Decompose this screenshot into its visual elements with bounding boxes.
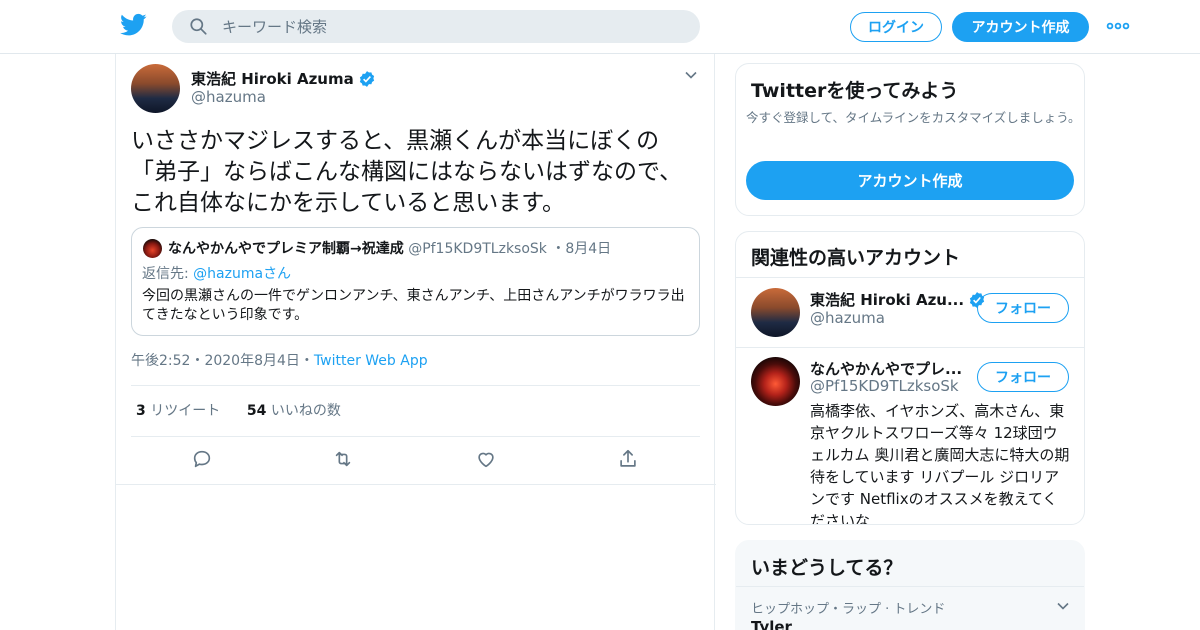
tweet-date[interactable]: 2020年8月4日 — [204, 353, 299, 369]
author-name-text: 東浩紀 Hiroki Azuma — [191, 70, 354, 88]
more-options-icon[interactable] — [1106, 16, 1130, 36]
search-icon — [190, 18, 207, 35]
search-input[interactable] — [222, 10, 682, 43]
trends-title: いまどうしてる？ — [751, 557, 903, 579]
like-count: 54 — [246, 403, 267, 419]
avatar[interactable] — [751, 288, 800, 337]
like-icon[interactable] — [475, 448, 497, 470]
follow-button[interactable]: フォロー — [977, 293, 1069, 323]
account-name[interactable]: なんやかんやでプレ... — [810, 358, 962, 379]
account-handle[interactable]: @hazuma — [810, 309, 885, 327]
quoted-author-name: なんやかんやでプレミア制覇→祝達成 — [168, 241, 404, 257]
signup-card-subtitle: 今すぐ登録して、タイムラインをカスタマイズしましょう。 — [746, 110, 1081, 125]
chevron-down-icon[interactable] — [1056, 599, 1070, 613]
tweet-text: いささかマジレスすると、黒瀬くんが本当にぼくの「弟子」ならばこんな構図にはならな… — [131, 128, 683, 216]
follow-button[interactable]: フォロー — [977, 362, 1069, 392]
quoted-avatar — [143, 239, 162, 258]
reply-prefix: 返信先: — [142, 266, 194, 282]
meta-separator: ・ — [190, 353, 205, 369]
signup-card-title: Twitterを使ってみよう — [751, 80, 959, 102]
related-accounts-card: 関連性の高いアカウント 東浩紀 Hiroki Azu... @hazuma フォ… — [735, 231, 1085, 525]
quoted-date: 8月4日 — [565, 241, 612, 257]
trend-name[interactable]: Tyler — [751, 618, 792, 630]
quoted-header: なんやかんやでプレミア制覇→祝達成 @Pf15KD9TLzksoSk ・8月4日 — [168, 238, 611, 258]
author-name[interactable]: 東浩紀 Hiroki Azuma — [191, 68, 376, 89]
avatar[interactable] — [131, 64, 180, 113]
retweet-stat[interactable]: 3 リツイート — [136, 403, 220, 419]
divider — [736, 277, 1084, 278]
share-icon[interactable] — [617, 448, 639, 470]
quoted-author-handle: @Pf15KD9TLzksoSk — [408, 241, 547, 257]
retweet-label: リツイート — [150, 403, 221, 419]
divider — [131, 436, 700, 437]
reply-icon[interactable] — [191, 448, 213, 470]
tweet-stats: 3 リツイート 54 いいねの数 — [136, 400, 341, 420]
twitter-logo-icon[interactable] — [120, 13, 147, 37]
top-bar: ログイン アカウント作成 — [0, 0, 1200, 54]
author-handle[interactable]: @hazuma — [191, 88, 266, 106]
account-handle[interactable]: @Pf15KD9TLzksoSk — [810, 377, 959, 395]
account-name[interactable]: 東浩紀 Hiroki Azu... — [810, 289, 986, 310]
reply-to-link[interactable]: @hazumaさん — [193, 266, 291, 282]
quoted-text: 今回の黒瀬さんの一件でゲンロンアンチ、東さんアンチ、上田さんアンチがワラワラ出て… — [142, 288, 685, 323]
create-account-button[interactable]: アカウント作成 — [746, 161, 1074, 200]
account-name-text: 東浩紀 Hiroki Azu... — [810, 291, 965, 309]
like-label: いいねの数 — [270, 403, 341, 419]
retweet-count: 3 — [136, 403, 146, 419]
retweet-icon[interactable] — [332, 448, 354, 470]
quoted-separator: ・ — [551, 241, 566, 257]
verified-badge-icon — [359, 70, 374, 87]
quoted-reply-to: 返信先: @hazumaさん — [142, 263, 291, 283]
avatar[interactable] — [751, 357, 800, 406]
related-accounts-title: 関連性の高いアカウント — [751, 247, 961, 269]
signup-button[interactable]: アカウント作成 — [952, 12, 1089, 42]
divider — [116, 484, 716, 485]
tweet-actions — [116, 448, 716, 472]
trends-card: いまどうしてる？ ヒップホップ・ラップ · トレンド Tyler — [735, 540, 1085, 630]
tweet-column: 東浩紀 Hiroki Azuma @hazuma いささかマジレスすると、黒瀬く… — [115, 54, 716, 630]
search-bar[interactable] — [172, 10, 700, 43]
chevron-down-icon[interactable] — [684, 68, 698, 82]
divider — [736, 586, 1084, 587]
trend-category: ヒップホップ・ラップ · トレンド — [751, 602, 946, 617]
divider — [736, 347, 1084, 348]
account-bio: 高橋李依、イヤホンズ、高木さん、東京ヤクルトスワローズ等々 12球団ウェルカム … — [810, 402, 1070, 525]
tweet-time[interactable]: 午後2:52 — [131, 353, 190, 369]
login-button[interactable]: ログイン — [850, 12, 942, 42]
tweet-app-link[interactable]: Twitter Web App — [314, 353, 428, 369]
divider — [131, 385, 700, 386]
meta-separator-2: ・ — [299, 353, 314, 369]
quoted-tweet[interactable]: なんやかんやでプレミア制覇→祝達成 @Pf15KD9TLzksoSk ・8月4日… — [131, 227, 700, 336]
signup-card: Twitterを使ってみよう 今すぐ登録して、タイムラインをカスタマイズしましょ… — [735, 63, 1085, 216]
tweet-meta: 午後2:52・2020年8月4日・Twitter Web App — [131, 350, 428, 370]
like-stat[interactable]: 54 いいねの数 — [247, 403, 341, 419]
